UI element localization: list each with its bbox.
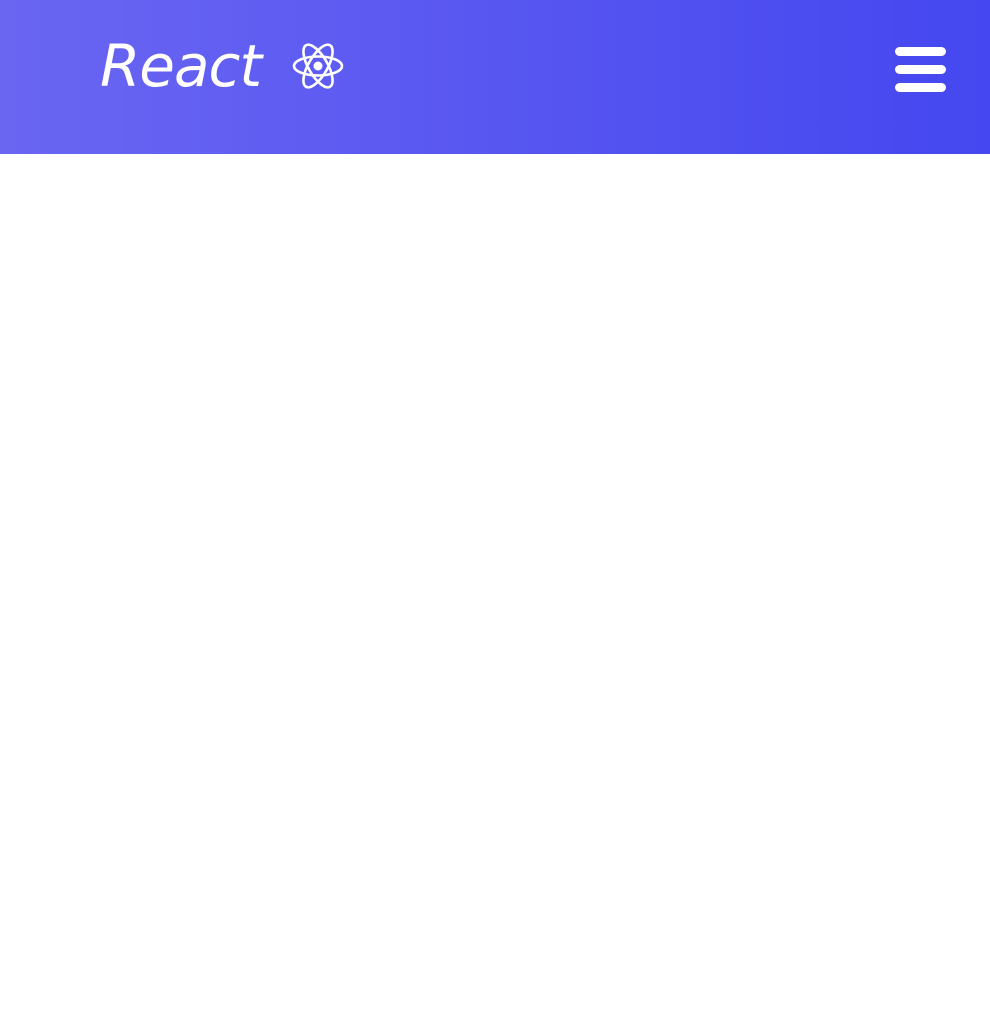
react-atom-icon — [291, 42, 345, 90]
hamburger-menu-icon-bar — [895, 83, 946, 92]
brand-home-link[interactable]: React — [100, 28, 345, 104]
hamburger-menu-icon-bar — [895, 47, 946, 56]
top-navbar: React — [0, 0, 990, 154]
hamburger-menu-button[interactable] — [888, 40, 952, 100]
main-content — [0, 154, 990, 1014]
hamburger-menu-icon-bar — [895, 65, 946, 74]
brand-title: React — [100, 32, 262, 100]
